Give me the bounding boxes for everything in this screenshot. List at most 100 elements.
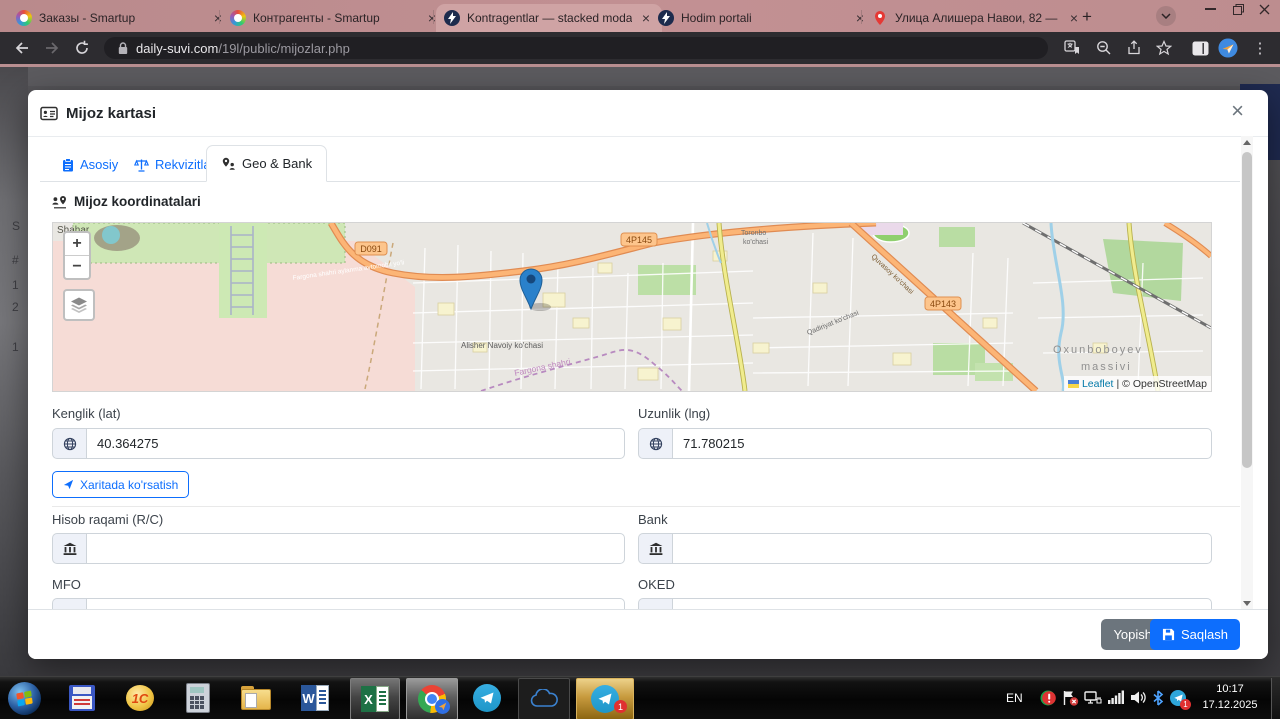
save-button[interactable]: Saqlash	[1150, 619, 1240, 650]
scroll-up-arrow[interactable]	[1243, 140, 1251, 145]
scrollbar-thumb[interactable]	[1242, 152, 1252, 468]
side-panel-button[interactable]	[1190, 38, 1210, 58]
taskbar-item-word[interactable]: W	[292, 678, 338, 718]
send-icon	[63, 479, 74, 490]
tab-close-icon[interactable]: ×	[1066, 11, 1082, 25]
window-minimize-button[interactable]	[1205, 8, 1216, 10]
taskbar-item-calculator[interactable]	[176, 678, 220, 718]
hodim-favicon	[658, 10, 674, 26]
start-button[interactable]	[8, 682, 41, 715]
bank-icon	[52, 533, 86, 564]
stacked-modal-favicon	[444, 10, 460, 26]
show-on-map-button[interactable]: Xaritada ko'rsatish	[52, 471, 190, 498]
new-tab-button[interactable]: +	[1082, 7, 1092, 27]
bg-table-fragment: 1	[12, 278, 19, 292]
tab-title: Заказы - Smartup	[39, 11, 136, 25]
menu-button[interactable]: ⋮	[1250, 38, 1270, 58]
1c-icon: 1C	[126, 685, 154, 711]
taskbar-item-1c[interactable]: 1C	[118, 678, 162, 718]
leaflet-link[interactable]: Leaflet	[1082, 378, 1114, 390]
browser-tab-1[interactable]: Заказы - Smartup ×	[8, 4, 234, 32]
action-center-icon[interactable]	[1062, 690, 1079, 706]
scroll-down-arrow[interactable]	[1243, 601, 1251, 606]
bluetooth-icon[interactable]	[1152, 690, 1164, 706]
back-button[interactable]	[12, 38, 32, 58]
taskbar-item-telegram-notify[interactable]: 1	[576, 678, 634, 719]
map-canvas[interactable]: D091 4P145 4P143 Shahar Fargona shahri a…	[53, 223, 1211, 391]
tray-clock[interactable]: 10:17 17.12.2025	[1196, 681, 1264, 713]
taskbar-item-telegram[interactable]	[464, 678, 510, 718]
bg-table-fragment: S	[12, 219, 21, 233]
dimmed-page-top	[0, 67, 1280, 86]
zoom-in-button[interactable]: +	[65, 233, 89, 255]
show-on-map-label: Xaritada ko'rsatish	[80, 477, 179, 492]
modal-body: Mijoz koordinatalari D091 4P145 4P143 Fa…	[28, 182, 1268, 610]
bookmark-star-button[interactable]	[1154, 38, 1174, 58]
osm-link[interactable]: OpenStreetMap	[1133, 378, 1207, 390]
smartup-favicon	[16, 10, 32, 26]
telegram-icon	[473, 684, 501, 712]
clipboard-icon	[63, 157, 73, 171]
zoom-indicator-icon[interactable]	[1094, 38, 1114, 58]
zoom-out-button[interactable]: −	[65, 255, 89, 278]
profile-avatar[interactable]	[1218, 38, 1238, 58]
layers-button[interactable]	[63, 289, 95, 321]
clock-time: 10:17	[1216, 683, 1244, 695]
taskbar-item-excel[interactable]: X	[350, 678, 400, 719]
reload-button[interactable]	[72, 38, 92, 58]
map-label: Alisher Navoiy ko'chasi	[461, 341, 543, 350]
account-field-group	[52, 533, 625, 564]
account-input[interactable]	[86, 533, 625, 564]
tab-search-chevron-button[interactable]	[1156, 6, 1176, 26]
tab-geo-bank[interactable]: Geo & Bank	[206, 145, 328, 182]
tab-title: Контрагенты - Smartup	[253, 11, 380, 25]
volume-icon[interactable]	[1130, 690, 1147, 705]
tab-separator	[861, 10, 862, 24]
share-button[interactable]	[1124, 38, 1144, 58]
attribution-separator: | ©	[1116, 377, 1130, 390]
leaflet-map[interactable]: D091 4P145 4P143 Shahar Fargona shahri a…	[52, 222, 1212, 392]
lat-input[interactable]	[86, 428, 625, 459]
bank-icon	[638, 533, 672, 564]
address-bar[interactable]: daily-suvi.com/19l/public/mijozlar.php	[104, 37, 1048, 59]
modal-scrollbar[interactable]	[1241, 136, 1253, 610]
section-divider	[52, 506, 1240, 507]
browser-tab-2[interactable]: Контрагенты - Smartup ×	[222, 4, 448, 32]
taskbar-item-chrome[interactable]	[406, 678, 458, 719]
forward-button[interactable]	[42, 38, 62, 58]
window-restore-button[interactable]	[1233, 4, 1244, 15]
tab-title: Улица Алишера Навои, 82 —	[895, 11, 1058, 25]
map-label: Oxunboboyev	[1053, 344, 1143, 356]
modal-close-button[interactable]: ×	[1231, 100, 1244, 122]
browser-tab-3-active[interactable]: Kontragentlar — stacked moda ×	[436, 4, 662, 32]
taskbar: 1C W X 1 EN 1 10:17 17.12.2025	[0, 676, 1280, 719]
map-label: Toronbo	[741, 230, 766, 237]
browser-tab-5[interactable]: Улица Алишера Навои, 82 — ×	[864, 4, 1090, 32]
taskbar-item-explorer[interactable]	[234, 678, 278, 718]
bank-input[interactable]	[672, 533, 1212, 564]
signal-icon[interactable]	[1108, 690, 1124, 704]
modal-tab-bar: Asosiy Rekvizitlar Geo & Bank	[28, 136, 1268, 182]
bg-table-fragment: 2	[12, 300, 19, 314]
telegram-tray-icon[interactable]: 1	[1170, 690, 1191, 710]
bg-table-strip: S # 1 2 1	[0, 67, 28, 676]
map-label: massivi	[1081, 361, 1132, 373]
window-close-button[interactable]	[1259, 4, 1270, 15]
lng-input[interactable]	[672, 428, 1212, 459]
browser-tab-4[interactable]: Hodim portali ×	[650, 4, 876, 32]
taskbar-item-floppy[interactable]	[60, 678, 104, 718]
taskbar-item-cloud[interactable]	[518, 678, 570, 719]
antivirus-tray-icon[interactable]	[1040, 690, 1056, 706]
show-desktop-button[interactable]	[1271, 678, 1280, 719]
lng-label: Uzunlik (lng)	[638, 406, 711, 421]
map-pin-favicon	[872, 10, 888, 26]
network-icon[interactable]	[1084, 690, 1102, 706]
road-shield-label: D091	[360, 244, 382, 254]
translate-icon[interactable]	[1062, 38, 1082, 58]
id-card-icon	[40, 106, 58, 121]
language-indicator[interactable]: EN	[1006, 691, 1023, 705]
notification-badge: 1	[614, 700, 627, 713]
tab-separator	[433, 10, 434, 24]
chevron-down-icon	[1161, 13, 1171, 19]
tab-title: Kontragentlar — stacked moda	[467, 11, 632, 25]
